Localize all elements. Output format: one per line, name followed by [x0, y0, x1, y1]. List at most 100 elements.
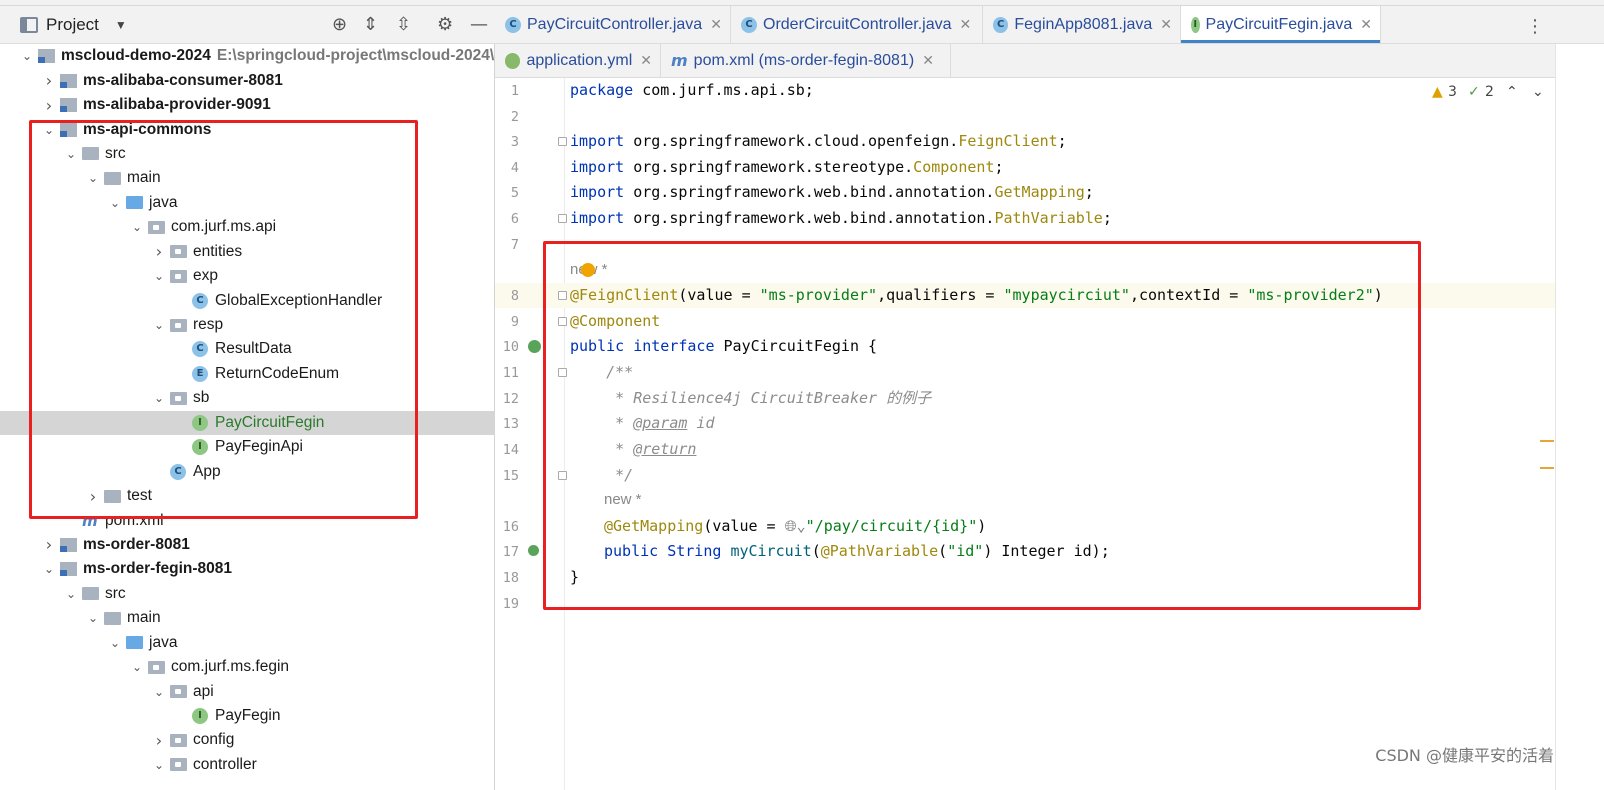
- tree-item[interactable]: ⌄ main: [0, 606, 495, 630]
- close-icon[interactable]: ✕: [922, 53, 934, 69]
- line-number: 1: [510, 83, 519, 99]
- editor-tab-bar-1: ⋮ C PayCircuitController.java ✕ C OrderCircu…: [495, 6, 1604, 44]
- minimize-icon[interactable]: —: [470, 16, 488, 34]
- chevron-down-icon[interactable]: ⌄: [130, 660, 144, 674]
- tree-item-text: ms-alibaba-consumer-8081: [83, 71, 283, 89]
- project-panel-header: Project ▼ ⊕ ⇕ ⇳ ⚙ —: [0, 6, 495, 44]
- folder-icon: [104, 611, 121, 625]
- code-line-4: import org.springframework.stereotype.Co…: [570, 158, 1004, 176]
- folder-icon: [82, 587, 99, 601]
- close-icon[interactable]: ✕: [1360, 17, 1372, 33]
- check-count[interactable]: 2: [1485, 84, 1494, 100]
- highlight-box-code: [543, 241, 1421, 610]
- tree-item-label: config: [193, 731, 234, 749]
- warning-icon[interactable]: ▲: [1432, 84, 1443, 100]
- editor-tab[interactable]: C PayCircuitController.java ✕: [495, 6, 731, 43]
- project-icon: [20, 16, 38, 33]
- tree-item[interactable]: ⌄ com.jurf.ms.fegin: [0, 655, 495, 679]
- chevron-down-icon[interactable]: ⌄: [152, 685, 166, 699]
- tree-item-text: PayFegin: [215, 707, 281, 725]
- maven-icon: m: [671, 51, 688, 70]
- chevron-right-icon[interactable]: ›: [152, 731, 166, 750]
- line-number: 8: [510, 288, 519, 304]
- editor-tab[interactable]: C FeginApp8081.java ✕: [983, 6, 1181, 43]
- line-number: 17: [502, 544, 519, 560]
- editor-tab-label: PayCircuitController.java: [527, 15, 703, 33]
- chevron-down-icon[interactable]: ⌄: [86, 611, 100, 625]
- editor-scrollbar[interactable]: [1555, 44, 1604, 790]
- line-number: 6: [510, 211, 519, 227]
- module-icon: [60, 98, 77, 113]
- line-number: 19: [502, 596, 519, 612]
- chevron-right-icon[interactable]: ›: [42, 96, 56, 115]
- line-number: 13: [502, 416, 519, 432]
- module-icon: [38, 49, 55, 64]
- scroll-marker: [1540, 467, 1554, 469]
- tree-item[interactable]: ⌄ ms-order-fegin-8081: [0, 557, 495, 581]
- expand-all-icon[interactable]: ⇕: [363, 16, 378, 34]
- watermark: CSDN @健康平安的活着: [1375, 746, 1554, 765]
- close-icon[interactable]: ✕: [710, 17, 722, 33]
- interface-icon: I: [192, 708, 208, 725]
- editor-tab-label: pom.xml (ms-order-fegin-8081): [693, 51, 915, 69]
- line-number: 18: [502, 570, 519, 586]
- chevron-down-icon[interactable]: ⌄: [42, 562, 56, 576]
- tree-item[interactable]: › ms-order-8081: [0, 533, 495, 557]
- chevron-right-icon[interactable]: ›: [42, 71, 56, 90]
- chevron-down-icon[interactable]: ⌄: [1532, 84, 1544, 100]
- chevron-down-icon[interactable]: ⌄: [152, 758, 166, 772]
- locate-icon[interactable]: ⊕: [332, 16, 347, 34]
- tree-item[interactable]: › ms-alibaba-consumer-8081: [0, 68, 495, 92]
- tree-item[interactable]: › ms-alibaba-provider-9091: [0, 93, 495, 117]
- editor-tab[interactable]: C OrderCircuitController.java ✕: [731, 6, 983, 43]
- tree-item[interactable]: ⌄ java: [0, 631, 495, 655]
- editor-tab[interactable]: m pom.xml (ms-order-fegin-8081) ✕: [661, 44, 951, 77]
- highlight-box-project: [29, 120, 418, 519]
- spring-bean-icon[interactable]: [528, 340, 541, 353]
- tree-item[interactable]: I PayFegin: [0, 704, 495, 728]
- chevron-down-icon[interactable]: ⌄: [64, 587, 78, 601]
- tree-item-label: ms-alibaba-provider-9091: [83, 96, 271, 114]
- editor-tab-label: FeginApp8081.java: [1014, 15, 1153, 33]
- line-number: 11: [502, 365, 519, 381]
- tree-item-text: com.jurf.ms.fegin: [171, 658, 290, 676]
- tree-item[interactable]: ⌄ mscloud-demo-2024 E:\springcloud-project…: [0, 44, 499, 68]
- package-icon: [170, 685, 187, 699]
- tree-item-label: ms-order-fegin-8081: [83, 560, 232, 578]
- tree-item[interactable]: ⌄ src: [0, 582, 495, 606]
- fold-marker[interactable]: [558, 137, 567, 146]
- line-number: 10: [502, 339, 519, 355]
- tree-item-text: api: [193, 682, 214, 700]
- chevron-down-icon[interactable]: ⌄: [108, 636, 122, 650]
- editor-tab[interactable]: application.yml ✕: [495, 44, 661, 77]
- check-icon[interactable]: ✓: [1468, 84, 1480, 100]
- close-icon[interactable]: ✕: [960, 17, 972, 33]
- tree-item-text: config: [193, 731, 235, 749]
- more-icon[interactable]: ⋮: [1526, 16, 1544, 37]
- tree-item[interactable]: › config: [0, 728, 495, 752]
- collapse-all-icon[interactable]: ⇳: [396, 16, 411, 34]
- chevron-down-icon[interactable]: ▼: [115, 18, 127, 32]
- chevron-up-icon[interactable]: ⌃: [1506, 84, 1518, 100]
- tree-item-label: src: [105, 585, 126, 603]
- line-number: 12: [502, 391, 519, 407]
- code-line-3: import org.springframework.cloud.openfei…: [570, 132, 1067, 150]
- close-icon[interactable]: ✕: [640, 53, 652, 69]
- scroll-marker: [1540, 440, 1554, 442]
- gear-icon[interactable]: ⚙: [437, 16, 453, 34]
- project-panel-title[interactable]: Project: [46, 15, 99, 35]
- tree-item[interactable]: ⌄ api: [0, 679, 495, 703]
- tree-item-label: PayFegin: [215, 707, 280, 725]
- chevron-right-icon[interactable]: ›: [42, 535, 56, 554]
- ide-window: Project ▼ ⊕ ⇕ ⇳ ⚙ — ⌄ mscloud-demo-2024 E:…: [0, 0, 1604, 790]
- module-icon: [60, 562, 77, 577]
- chevron-down-icon[interactable]: ⌄: [20, 49, 34, 63]
- warning-count[interactable]: 3: [1448, 84, 1457, 100]
- tree-item[interactable]: ⌄ controller: [0, 753, 495, 777]
- spring-mapping-icon[interactable]: [528, 545, 539, 556]
- close-icon[interactable]: ✕: [1160, 17, 1172, 33]
- line-number: 5: [510, 185, 519, 201]
- editor-tab[interactable]: I PayCircuitFegin.java ✕: [1181, 6, 1381, 43]
- fold-marker[interactable]: [558, 214, 567, 223]
- code-line-6: import org.springframework.web.bind.anno…: [570, 209, 1112, 227]
